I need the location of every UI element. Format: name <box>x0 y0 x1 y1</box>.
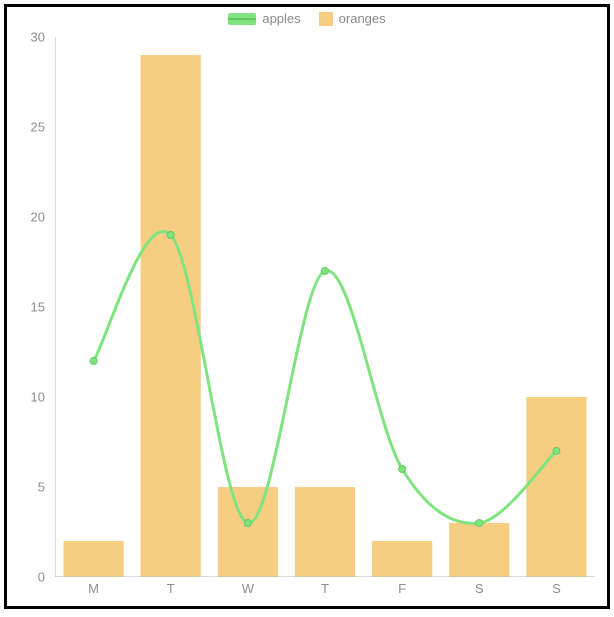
line-swatch-icon <box>228 13 256 25</box>
legend-label-oranges: oranges <box>339 11 386 26</box>
bar <box>63 541 123 577</box>
bar <box>141 55 201 577</box>
legend-label-apples: apples <box>262 11 300 26</box>
plot-area <box>55 37 595 577</box>
data-point <box>399 466 406 473</box>
legend-item-apples: apples <box>228 11 300 26</box>
x-tick-label: S <box>475 581 484 596</box>
bar <box>218 487 278 577</box>
data-point <box>244 520 251 527</box>
x-tick-label: W <box>242 581 254 596</box>
legend: apples oranges <box>7 11 607 26</box>
bar <box>372 541 432 577</box>
x-tick-label: T <box>321 581 329 596</box>
data-point <box>553 448 560 455</box>
legend-item-oranges: oranges <box>319 11 386 26</box>
x-tick-label: S <box>552 581 561 596</box>
y-tick-label: 0 <box>7 570 45 585</box>
y-tick-label: 5 <box>7 480 45 495</box>
y-tick-label: 15 <box>7 300 45 315</box>
y-axis-labels: 051015202530 <box>7 37 51 577</box>
bar <box>295 487 355 577</box>
y-tick-label: 30 <box>7 30 45 45</box>
data-point <box>322 268 329 275</box>
x-tick-label: T <box>167 581 175 596</box>
x-tick-label: M <box>88 581 99 596</box>
bar <box>526 397 586 577</box>
data-point <box>476 520 483 527</box>
data-point <box>167 232 174 239</box>
y-tick-label: 10 <box>7 390 45 405</box>
chart-frame: apples oranges 0 5 10 15 20 25 30 M T W T F S S <box>4 4 610 609</box>
bar <box>449 523 509 577</box>
bar-swatch-icon <box>319 12 333 26</box>
x-tick-label: F <box>398 581 406 596</box>
y-tick-label: 25 <box>7 120 45 135</box>
x-axis-labels: MTWTFSS <box>55 581 595 601</box>
y-tick-label: 20 <box>7 210 45 225</box>
data-point <box>90 358 97 365</box>
